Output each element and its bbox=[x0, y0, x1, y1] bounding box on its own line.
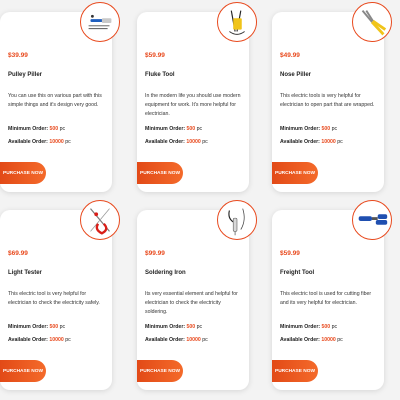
available-order-unit: pc bbox=[65, 139, 71, 145]
minimum-order-value: 500 bbox=[321, 324, 331, 330]
minimum-order-value: 500 bbox=[186, 126, 196, 132]
purchase-now-button[interactable]: PURCHASE NOW bbox=[272, 162, 318, 184]
product-description: You can use this on various part with th… bbox=[8, 93, 102, 108]
product-price: $69.99 bbox=[8, 250, 28, 257]
minimum-order: Minimum Order: 500 pc bbox=[145, 126, 245, 132]
available-order-label: Available Order: bbox=[145, 337, 185, 343]
pulley-tool-icon bbox=[80, 2, 120, 42]
available-order: Available Order: 10000 pc bbox=[8, 337, 108, 343]
available-order: Available Order: 10000 pc bbox=[280, 139, 380, 145]
minimum-order-unit: pc bbox=[331, 324, 338, 330]
available-order-label: Available Order: bbox=[8, 139, 48, 145]
product-card: $39.99 Pulley Piller You can use this on… bbox=[0, 2, 120, 192]
available-order-value: 10000 bbox=[49, 337, 64, 343]
minimum-order: Minimum Order: 500 pc bbox=[280, 126, 380, 132]
crimping-tool-icon bbox=[352, 200, 392, 240]
product-card: $49.99 Nose Piller This electric tools i… bbox=[272, 2, 392, 192]
product-description: In the modern life you should use modern… bbox=[145, 93, 241, 117]
available-order-unit: pc bbox=[337, 139, 343, 145]
minimum-order-value: 500 bbox=[186, 324, 196, 330]
product-price: $99.99 bbox=[145, 250, 165, 257]
product-price: $39.99 bbox=[8, 52, 28, 59]
purchase-now-button[interactable]: PURCHASE NOW bbox=[0, 360, 46, 382]
available-order-label: Available Order: bbox=[280, 139, 320, 145]
multimeter-probes-icon bbox=[217, 2, 257, 42]
purchase-now-button[interactable]: PURCHASE NOW bbox=[0, 162, 46, 184]
product-description: This electric tools is very helpful for … bbox=[280, 93, 375, 108]
product-description: Its very essential element and helpful f… bbox=[145, 291, 238, 315]
available-order-label: Available Order: bbox=[280, 337, 320, 343]
minimum-order-unit: pc bbox=[59, 126, 66, 132]
available-order-unit: pc bbox=[202, 139, 208, 145]
product-card: $59.99 Freight Tool This electric tool i… bbox=[272, 200, 392, 390]
soldering-iron-icon bbox=[217, 200, 257, 240]
purchase-now-button[interactable]: PURCHASE NOW bbox=[272, 360, 318, 382]
minimum-order-label: Minimum Order: bbox=[145, 324, 186, 330]
minimum-order-value: 500 bbox=[321, 126, 331, 132]
minimum-order-unit: pc bbox=[59, 324, 66, 330]
minimum-order-unit: pc bbox=[196, 126, 203, 132]
minimum-order-unit: pc bbox=[331, 126, 338, 132]
nose-plier-icon bbox=[352, 2, 392, 42]
product-description: This electric tool is used for cutting f… bbox=[280, 291, 372, 306]
available-order-unit: pc bbox=[337, 337, 343, 343]
product-name: Pulley Piller bbox=[8, 72, 43, 78]
minimum-order-label: Minimum Order: bbox=[8, 126, 49, 132]
minimum-order-value: 500 bbox=[49, 126, 59, 132]
minimum-order-label: Minimum Order: bbox=[280, 324, 321, 330]
available-order-label: Available Order: bbox=[8, 337, 48, 343]
purchase-now-button[interactable]: PURCHASE NOW bbox=[137, 360, 183, 382]
minimum-order: Minimum Order: 500 pc bbox=[280, 324, 380, 330]
product-card: $99.99 Soldering Iron Its very essential… bbox=[137, 200, 257, 390]
product-name: Nose Piller bbox=[280, 72, 312, 78]
minimum-order-label: Minimum Order: bbox=[8, 324, 49, 330]
available-order-value: 10000 bbox=[321, 337, 336, 343]
product-description: This electric tool is very helpful for e… bbox=[8, 291, 100, 306]
product-price: $49.99 bbox=[280, 52, 300, 59]
minimum-order: Minimum Order: 500 pc bbox=[8, 126, 108, 132]
product-card: $59.99 Fluke Tool In the modern life you… bbox=[137, 2, 257, 192]
available-order: Available Order: 10000 pc bbox=[8, 139, 108, 145]
minimum-order: Minimum Order: 500 pc bbox=[8, 324, 108, 330]
available-order-unit: pc bbox=[65, 337, 71, 343]
product-price: $59.99 bbox=[280, 250, 300, 257]
minimum-order-label: Minimum Order: bbox=[280, 126, 321, 132]
available-order: Available Order: 10000 pc bbox=[145, 139, 245, 145]
available-order-unit: pc bbox=[202, 337, 208, 343]
product-card: $69.99 Light Tester This electric tool i… bbox=[0, 200, 120, 390]
available-order-value: 10000 bbox=[49, 139, 64, 145]
product-price: $59.99 bbox=[145, 52, 165, 59]
available-order-value: 10000 bbox=[186, 139, 201, 145]
available-order-label: Available Order: bbox=[145, 139, 185, 145]
minimum-order-label: Minimum Order: bbox=[145, 126, 186, 132]
minimum-order-unit: pc bbox=[196, 324, 203, 330]
product-name: Freight Tool bbox=[280, 270, 315, 276]
product-name: Light Tester bbox=[8, 270, 42, 276]
available-order-value: 10000 bbox=[321, 139, 336, 145]
product-name: Fluke Tool bbox=[145, 72, 175, 78]
product-name: Soldering Iron bbox=[145, 270, 186, 276]
available-order-value: 10000 bbox=[186, 337, 201, 343]
available-order: Available Order: 10000 pc bbox=[280, 337, 380, 343]
minimum-order: Minimum Order: 500 pc bbox=[145, 324, 245, 330]
available-order: Available Order: 10000 pc bbox=[145, 337, 245, 343]
purchase-now-button[interactable]: PURCHASE NOW bbox=[137, 162, 183, 184]
minimum-order-value: 500 bbox=[49, 324, 59, 330]
light-tester-icon bbox=[80, 200, 120, 240]
